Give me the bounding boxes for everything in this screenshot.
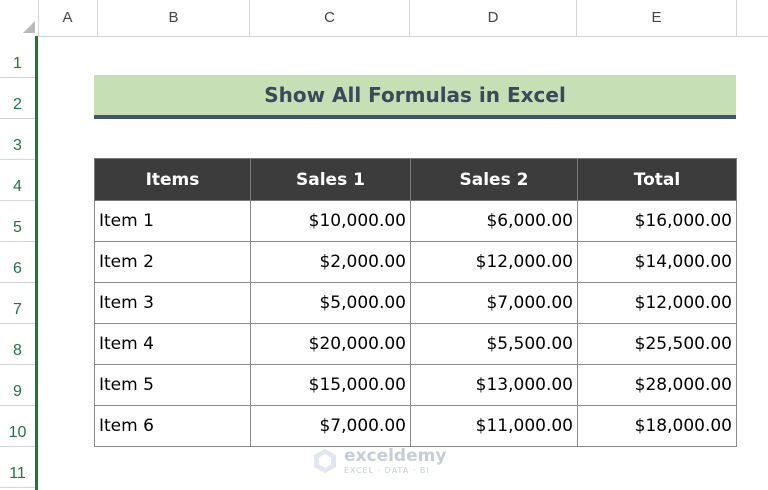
cell-sales-1[interactable]: $20,000.00 xyxy=(250,323,411,365)
sales-table: Items Sales 1 Sales 2 Total Item 1 $10,0… xyxy=(94,158,737,447)
cell-total[interactable]: $14,000.00 xyxy=(577,241,737,283)
table-row: Item 3 $5,000.00 $7,000.00 $12,000.00 xyxy=(94,282,737,324)
header-sales-1[interactable]: Sales 1 xyxy=(250,158,411,201)
row-header-8[interactable]: 8 xyxy=(0,324,35,365)
cell-total[interactable]: $25,500.00 xyxy=(577,323,737,365)
table-row: Item 5 $15,000.00 $13,000.00 $28,000.00 xyxy=(94,364,737,406)
table-row: Item 4 $20,000.00 $5,500.00 $25,500.00 xyxy=(94,323,737,365)
column-header-a[interactable]: A xyxy=(38,0,98,36)
row-header-1[interactable]: 1 xyxy=(0,36,35,78)
cell-item[interactable]: Item 1 xyxy=(94,200,251,242)
cell-sales-1[interactable]: $10,000.00 xyxy=(250,200,411,242)
header-total[interactable]: Total xyxy=(577,158,737,201)
watermark-name: exceldemy xyxy=(344,445,447,466)
column-header-d[interactable]: D xyxy=(410,0,577,36)
header-sales-2[interactable]: Sales 2 xyxy=(410,158,578,201)
watermark-tagline: EXCEL · DATA · BI xyxy=(344,465,430,475)
cell-item[interactable]: Item 3 xyxy=(94,282,251,324)
row-header-2[interactable]: 2 xyxy=(0,78,35,119)
header-items[interactable]: Items xyxy=(94,158,251,201)
cell-total[interactable]: $16,000.00 xyxy=(577,200,737,242)
column-header-b[interactable]: B xyxy=(98,0,250,36)
cell-sales-2[interactable]: $7,000.00 xyxy=(410,282,578,324)
row-header-7[interactable]: 7 xyxy=(0,283,35,324)
cell-sales-2[interactable]: $13,000.00 xyxy=(410,364,578,406)
column-header-c[interactable]: C xyxy=(250,0,410,36)
table-row: Item 6 $7,000.00 $11,000.00 $18,000.00 xyxy=(94,405,737,447)
cell-sales-2[interactable]: $6,000.00 xyxy=(410,200,578,242)
cell-sales-1[interactable]: $7,000.00 xyxy=(250,405,411,447)
cell-sales-1[interactable]: $15,000.00 xyxy=(250,364,411,406)
row-header-6[interactable]: 6 xyxy=(0,242,35,283)
row-header-5[interactable]: 5 xyxy=(0,201,35,242)
row-header-4[interactable]: 4 xyxy=(0,160,35,201)
table-row: Item 1 $10,000.00 $6,000.00 $16,000.00 xyxy=(94,200,737,242)
exceldemy-watermark: exceldemy EXCEL · DATA · BI xyxy=(312,444,446,478)
title-underline xyxy=(94,115,736,119)
select-all-triangle-icon xyxy=(23,21,35,33)
column-header-bar: A B C D E xyxy=(0,0,768,37)
row-header-9[interactable]: 9 xyxy=(0,365,35,406)
cell-total[interactable]: $12,000.00 xyxy=(577,282,737,324)
cell-sales-1[interactable]: $2,000.00 xyxy=(250,241,411,283)
cell-item[interactable]: Item 4 xyxy=(94,323,251,365)
row-header-10[interactable]: 10 xyxy=(0,406,35,447)
table-header-row: Items Sales 1 Sales 2 Total xyxy=(94,158,737,201)
cell-item[interactable]: Item 6 xyxy=(94,405,251,447)
cell-total[interactable]: $18,000.00 xyxy=(577,405,737,447)
cell-sales-2[interactable]: $11,000.00 xyxy=(410,405,578,447)
select-all-corner[interactable] xyxy=(0,0,39,36)
cell-sales-1[interactable]: $5,000.00 xyxy=(250,282,411,324)
cell-item[interactable]: Item 2 xyxy=(94,241,251,283)
cell-sales-2[interactable]: $12,000.00 xyxy=(410,241,578,283)
cell-sales-2[interactable]: $5,500.00 xyxy=(410,323,578,365)
column-header-e[interactable]: E xyxy=(577,0,737,36)
sheet-title[interactable]: Show All Formulas in Excel xyxy=(94,75,736,115)
row-header-11[interactable]: 11 xyxy=(0,447,35,488)
row-header-bar: 1 2 3 4 5 6 7 8 9 10 11 xyxy=(0,36,38,490)
cell-item[interactable]: Item 5 xyxy=(94,364,251,406)
cell-total[interactable]: $28,000.00 xyxy=(577,364,737,406)
row-header-3[interactable]: 3 xyxy=(0,119,35,160)
exceldemy-logo-icon xyxy=(314,449,336,473)
table-row: Item 2 $2,000.00 $12,000.00 $14,000.00 xyxy=(94,241,737,283)
